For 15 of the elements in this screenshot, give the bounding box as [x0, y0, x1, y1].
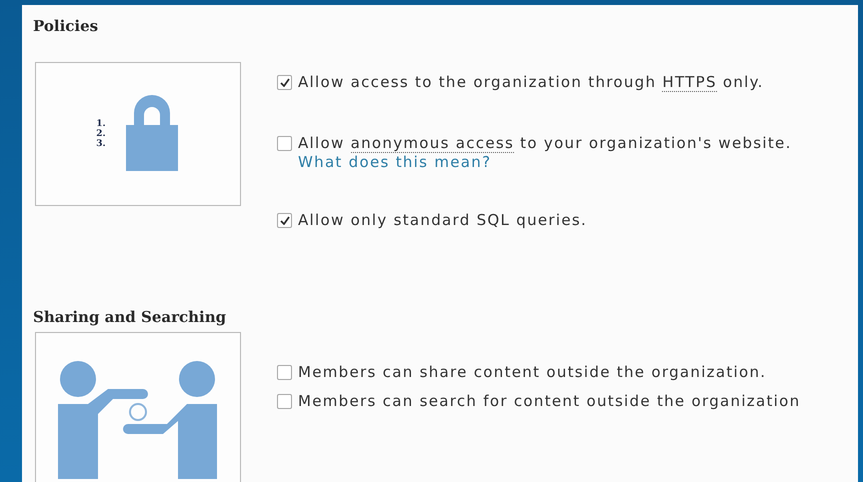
checkbox[interactable] — [277, 75, 292, 90]
option-label: Members can share content outside the organization. — [298, 362, 766, 382]
section-heading: Sharing and Searching — [33, 308, 228, 328]
section-heading: Policies — [33, 17, 100, 37]
option-label: Allow access to the organization through HTTPS only. — [298, 72, 764, 92]
option-label: Allow only standard SQL queries. — [298, 210, 588, 230]
option-label: Allow anonymous access to your organization's website. — [298, 133, 792, 153]
checkbox[interactable] — [277, 213, 292, 228]
padlock-icon — [124, 95, 180, 173]
help-link[interactable]: What does this mean? — [298, 153, 792, 171]
numbered-list: 1. 2. 3. — [96, 119, 106, 149]
checkbox[interactable] — [277, 365, 292, 380]
option-label: Members can search for content outside the organization — [298, 391, 800, 411]
checkbox[interactable] — [277, 394, 292, 409]
checkbox[interactable] — [277, 136, 292, 151]
